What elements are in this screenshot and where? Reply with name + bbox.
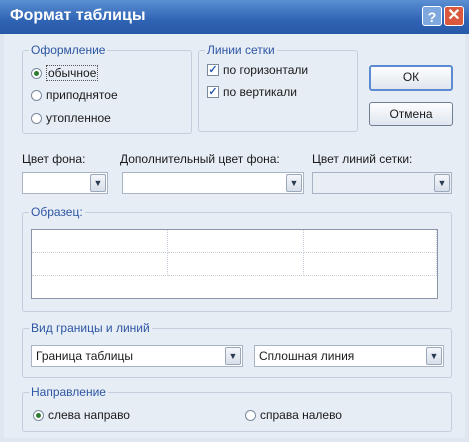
ok-button[interactable]: ОК [369,65,453,91]
appearance-option-sunken[interactable]: утопленное [31,111,111,125]
option-label: слева направо [48,408,130,422]
direction-left-to-right[interactable]: слева направо [33,408,130,422]
gridlines-group: Линии сетки ✓ по горизонтали ✓ по вертик… [198,43,358,132]
sample-preview [31,229,438,299]
close-icon: ✕ [447,7,461,24]
option-label: обычное [46,65,99,81]
sample-cell [304,230,437,253]
sample-cell [32,230,168,253]
option-label: приподнятое [46,88,118,102]
checkbox-label: по вертикали [223,85,297,99]
window-title: Формат таблицы [10,7,146,24]
appearance-option-raised[interactable]: приподнятое [31,88,118,102]
background-color-select[interactable]: ▼ [22,172,108,194]
title-bar: Формат таблицы ? ✕ [0,0,469,34]
background-color-label: Цвет фона: [22,152,86,166]
chevron-down-icon[interactable]: ▼ [225,347,241,365]
direction-legend: Направление [29,385,108,399]
sample-cell [168,253,304,276]
gridline-color-select[interactable]: ▼ [312,172,452,194]
alt-background-color-label: Дополнительный цвет фона: [120,152,280,166]
sample-legend: Образец: [29,205,85,219]
gridlines-legend: Линии сетки [205,43,277,57]
help-button[interactable]: ? [422,6,442,26]
chevron-down-icon[interactable]: ▼ [426,347,442,365]
option-label: утопленное [46,111,111,125]
checkbox-label: по горизонтали [223,63,309,77]
appearance-option-normal[interactable]: обычное [31,65,99,81]
line-style-select[interactable]: Сплошная линия ▼ [254,345,444,367]
border-select[interactable]: Граница таблицы ▼ [31,345,243,367]
chevron-down-icon[interactable]: ▼ [90,174,106,192]
radio-icon [31,112,42,124]
gridlines-horizontal-checkbox[interactable]: ✓ по горизонтали [207,63,308,77]
alt-background-color-select[interactable]: ▼ [122,172,304,194]
appearance-group: Оформление обычное приподнятое утопленно… [22,43,192,134]
sample-cell [32,253,168,276]
dialog-body: Оформление обычное приподнятое утопленно… [4,34,465,438]
sample-cell [304,253,437,276]
radio-icon [245,409,256,421]
radio-selected-icon [31,67,42,79]
border-select-value: Граница таблицы [36,349,133,363]
appearance-legend: Оформление [29,43,108,57]
border-style-legend: Вид границы и линий [29,321,152,335]
sample-cell [168,230,304,253]
radio-icon [31,89,42,101]
line-style-select-value: Сплошная линия [259,349,355,363]
help-icon: ? [427,9,437,25]
close-button[interactable]: ✕ [444,6,464,26]
chevron-down-icon[interactable]: ▼ [286,174,302,192]
checkbox-checked-icon: ✓ [207,64,219,76]
chevron-down-icon[interactable]: ▼ [434,174,450,192]
checkbox-checked-icon: ✓ [207,86,219,98]
gridlines-vertical-checkbox[interactable]: ✓ по вертикали [207,85,297,99]
gridline-color-label: Цвет линий сетки: [312,152,413,166]
cancel-button[interactable]: Отмена [369,102,453,126]
direction-group: Направление слева направо справа налево [22,385,452,432]
direction-right-to-left[interactable]: справа налево [245,408,342,422]
radio-selected-icon [33,409,44,421]
option-label: справа налево [260,408,342,422]
